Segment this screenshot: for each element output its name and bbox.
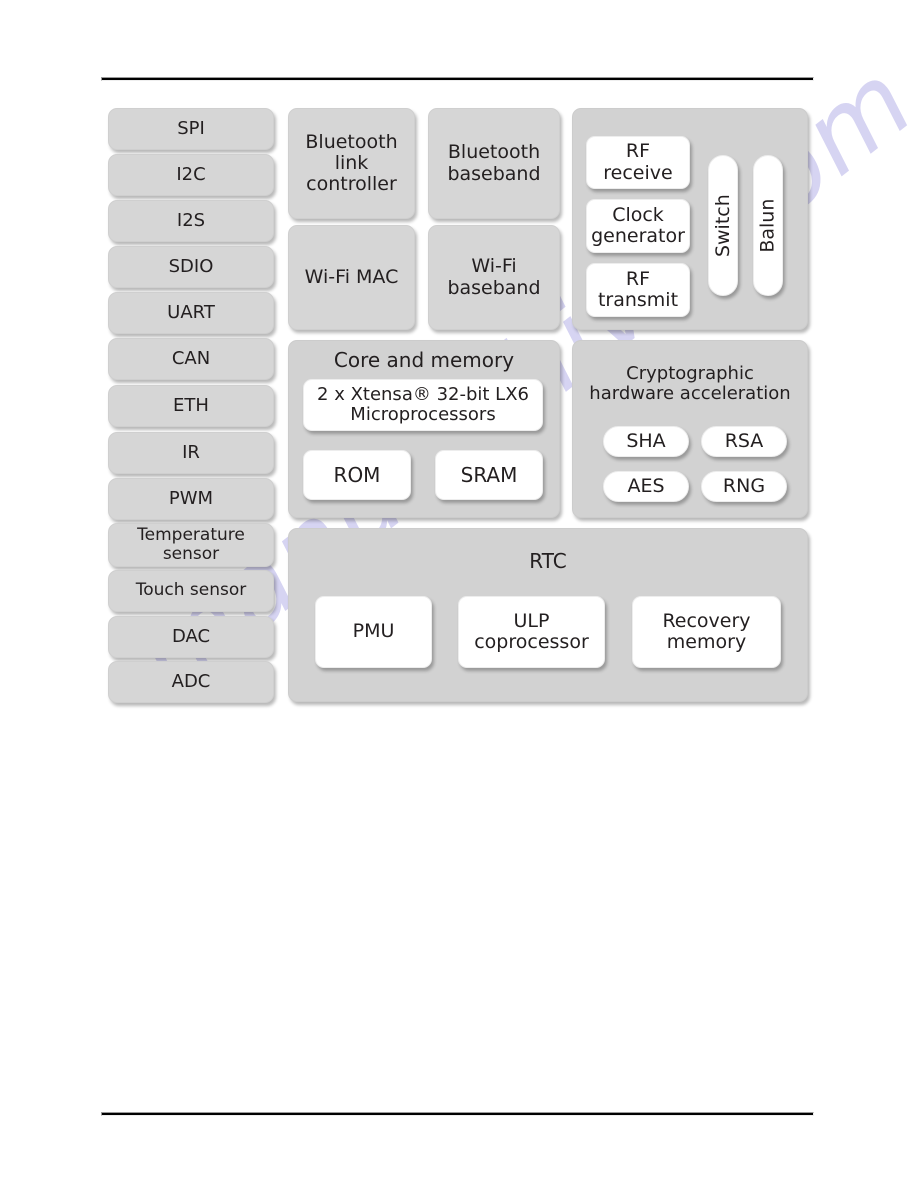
block-switch[interactable]: Switch: [708, 155, 738, 296]
block-label: Balun: [756, 198, 779, 253]
peripheral-label: ADC: [171, 670, 211, 692]
block-label: 2 x Xtensa® 32-bit LX6 Microprocessors: [317, 383, 529, 425]
block-ulp-coprocessor[interactable]: ULP coprocessor: [458, 596, 605, 668]
block-rom[interactable]: ROM: [303, 450, 411, 500]
block-label: Switch: [711, 194, 734, 257]
page-canvas: manualshive.com SPI I2C I2S SDIO UART CA…: [0, 0, 918, 1188]
peripheral-ir[interactable]: IR: [108, 432, 274, 474]
block-label: Bluetooth baseband: [447, 141, 541, 185]
crypto-title: Cryptographic hardware acceleration: [589, 363, 791, 405]
block-label: PMU: [352, 620, 395, 643]
block-rf-transmit[interactable]: RF transmit: [586, 263, 690, 317]
core-and-memory-title: Core and memory: [333, 348, 515, 372]
peripheral-label: ETH: [173, 394, 209, 416]
block-wifi-baseband[interactable]: Wi-Fi baseband: [428, 225, 560, 330]
peripheral-label: I2S: [176, 209, 206, 231]
peripheral-label: PWM: [168, 487, 214, 509]
block-sram[interactable]: SRAM: [435, 450, 543, 500]
block-label: Recovery memory: [662, 609, 751, 653]
peripheral-i2s[interactable]: I2S: [108, 200, 274, 242]
block-rf-receive[interactable]: RF receive: [586, 136, 690, 189]
block-label: Clock generator: [591, 203, 685, 247]
block-label: Wi-Fi baseband: [447, 255, 541, 299]
block-label: ULP coprocessor: [474, 609, 589, 653]
block-bluetooth-baseband[interactable]: Bluetooth baseband: [428, 108, 560, 219]
block-label: AES: [627, 474, 665, 497]
peripheral-label: IR: [182, 441, 200, 463]
esp32-block-diagram: SPI I2C I2S SDIO UART CAN ETH IR PWM Tem…: [0, 0, 918, 1188]
block-balun[interactable]: Balun: [753, 155, 783, 296]
peripheral-temperature-sensor[interactable]: Temperature sensor: [108, 523, 274, 567]
peripheral-dac[interactable]: DAC: [108, 616, 274, 658]
block-bluetooth-link-controller[interactable]: Bluetooth link controller: [288, 108, 415, 219]
peripheral-label: Temperature sensor: [137, 524, 245, 564]
block-label: RF transmit: [597, 267, 679, 311]
peripheral-spi[interactable]: SPI: [108, 108, 274, 150]
block-label: SRAM: [460, 462, 518, 487]
peripheral-label: CAN: [171, 347, 211, 369]
block-label: SHA: [626, 429, 666, 452]
peripheral-label: SDIO: [168, 255, 214, 277]
peripheral-label: SPI: [177, 117, 205, 139]
peripheral-label: I2C: [176, 163, 206, 185]
peripheral-uart[interactable]: UART: [108, 292, 274, 334]
peripheral-label: UART: [167, 301, 215, 323]
block-wifi-mac[interactable]: Wi-Fi MAC: [288, 225, 415, 330]
block-sha[interactable]: SHA: [603, 426, 689, 457]
rtc-title: RTC: [529, 549, 567, 573]
block-recovery-memory[interactable]: Recovery memory: [632, 596, 781, 668]
block-label: RSA: [724, 429, 764, 452]
peripheral-label: DAC: [171, 625, 211, 647]
peripheral-can[interactable]: CAN: [108, 338, 274, 380]
block-xtensa-microprocessors[interactable]: 2 x Xtensa® 32-bit LX6 Microprocessors: [303, 379, 543, 431]
block-label: RNG: [722, 474, 766, 497]
block-label: Wi-Fi MAC: [304, 265, 399, 288]
peripheral-sdio[interactable]: SDIO: [108, 246, 274, 288]
block-label: RF receive: [603, 140, 673, 184]
block-rng[interactable]: RNG: [701, 471, 787, 502]
peripheral-adc[interactable]: ADC: [108, 661, 274, 703]
peripheral-eth[interactable]: ETH: [108, 385, 274, 427]
block-rsa[interactable]: RSA: [701, 426, 787, 457]
peripheral-label: Touch sensor: [135, 580, 247, 601]
peripheral-i2c[interactable]: I2C: [108, 154, 274, 196]
block-label: Bluetooth link controller: [305, 130, 398, 196]
peripheral-touch-sensor[interactable]: Touch sensor: [108, 570, 274, 612]
peripheral-pwm[interactable]: PWM: [108, 478, 274, 520]
block-aes[interactable]: AES: [603, 471, 689, 502]
block-clock-generator[interactable]: Clock generator: [586, 199, 690, 253]
block-label: ROM: [333, 462, 381, 487]
block-pmu[interactable]: PMU: [315, 596, 432, 668]
